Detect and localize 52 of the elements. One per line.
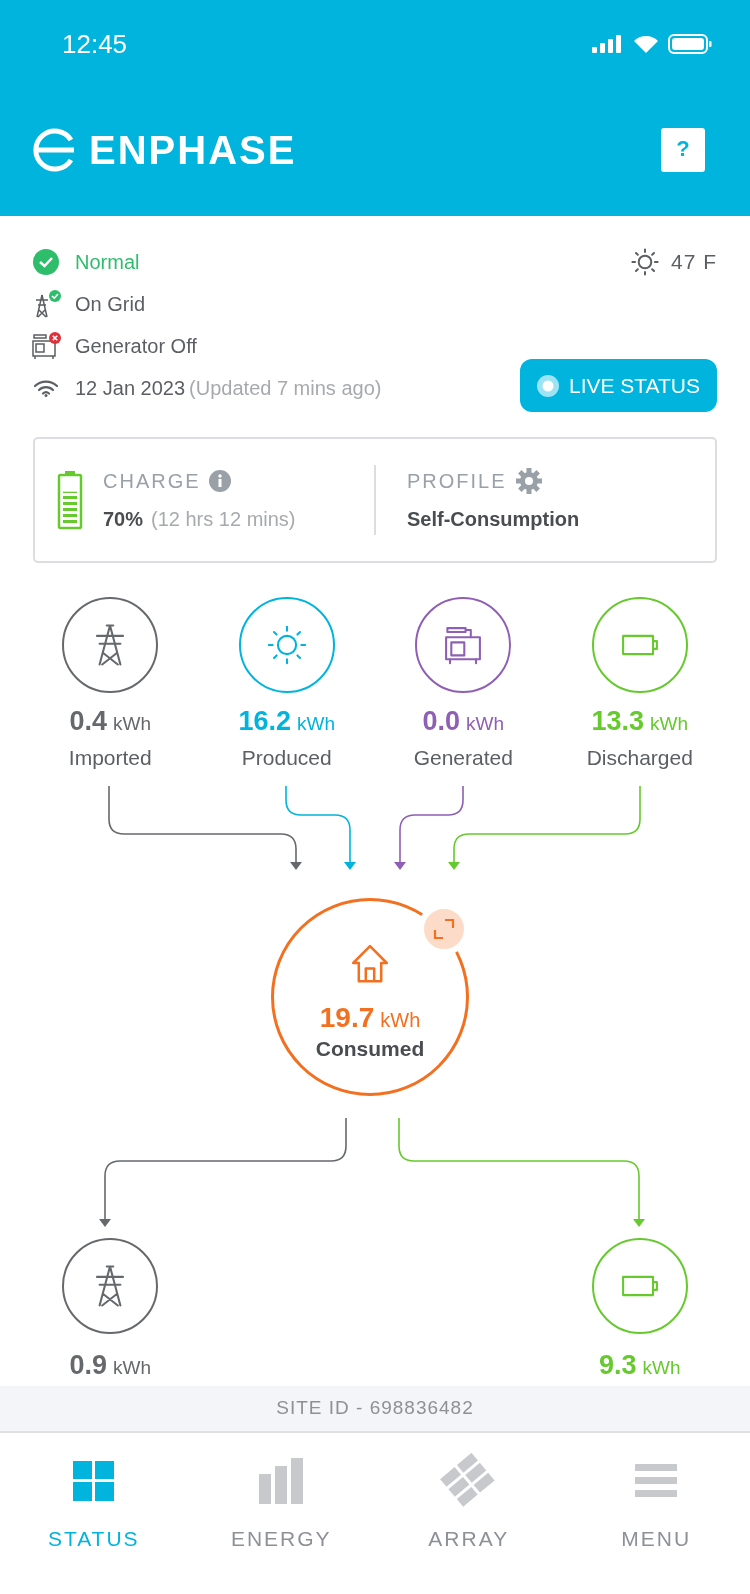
nav-tab[interactable]: ENERGY [187, 1433, 375, 1594]
battery-icon [668, 34, 712, 54]
charge-label: CHARGE [103, 469, 201, 494]
charge-remaining: (12 hrs 12 mins) [151, 507, 296, 532]
nav-tab[interactable]: ARRAY [375, 1433, 563, 1594]
energy-label: Imported [68, 745, 152, 771]
profile-label: PROFILE [407, 469, 507, 494]
status-label: Normal [75, 250, 140, 275]
energy-value: 0.9 [69, 1351, 107, 1379]
energy-value: 13.3 [591, 707, 645, 735]
energy-value: 9.3 [598, 1351, 637, 1379]
site-id: SITE ID - 698836482 [276, 1396, 474, 1421]
settings-icon [514, 467, 543, 495]
energy-label: Generated [413, 745, 513, 771]
energy-unit: kWh [297, 712, 336, 736]
grid-icon [71, 1460, 116, 1502]
wifi-icon [33, 379, 59, 397]
info-icon [208, 470, 231, 492]
energy-value: 16.2 [238, 707, 292, 735]
status-label: Generator Off [75, 334, 197, 359]
update-date: 12 Jan 2023 [75, 376, 186, 401]
brand-logo: ENPHASE [89, 130, 297, 170]
charge-value: 70% [103, 507, 144, 532]
energy-value: 0.4 [69, 707, 107, 735]
energy-unit: kWh [466, 712, 504, 736]
wifi-icon [632, 34, 660, 54]
energy-unit: kWh [380, 1008, 421, 1033]
logo-icon [33, 128, 77, 172]
signal-icon [592, 35, 624, 53]
clock-time: 12:45 [62, 27, 128, 61]
menu-icon [635, 1464, 678, 1498]
energy-label: Discharged [586, 745, 693, 771]
live-dot-icon [536, 374, 559, 397]
help-button[interactable]: ? [661, 128, 705, 172]
energy-value: 0.0 [422, 707, 460, 735]
live-status-button[interactable]: LIVE STATUS [520, 359, 717, 412]
temperature: 47 F [670, 249, 717, 276]
energy-unit: kWh [642, 1356, 681, 1380]
energy-label: Consumed [315, 1036, 425, 1062]
bar-chart-icon [258, 1458, 305, 1504]
energy-unit: kWh [113, 712, 151, 736]
battery-level-icon [57, 470, 83, 530]
update-time-note: (Updated 7 mins ago) [189, 376, 382, 401]
energy-value: 19.7 [319, 1003, 375, 1033]
nav-tab[interactable]: MENU [562, 1433, 750, 1594]
energy-label: Produced [241, 745, 332, 771]
expand-icon [433, 918, 455, 940]
energy-unit: kWh [113, 1356, 151, 1380]
nav-tab[interactable]: STATUS [0, 1433, 188, 1594]
profile-value: Self-Consumption [407, 507, 580, 532]
energy-unit: kWh [650, 712, 689, 736]
status-label: On Grid [75, 292, 146, 317]
